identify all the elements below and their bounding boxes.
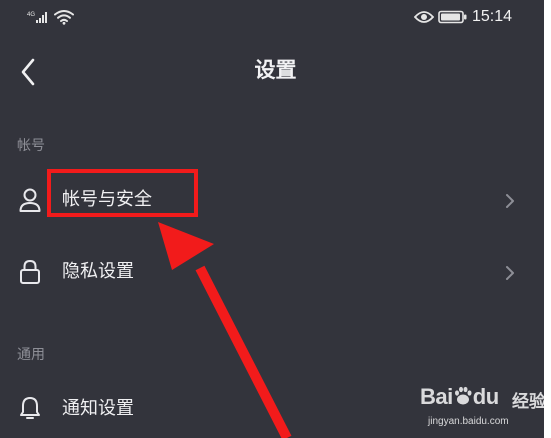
lock-icon	[20, 259, 40, 284]
settings-item-account-security[interactable]: 帐号与安全	[0, 169, 544, 231]
settings-screen: 4G 15:14 设置 帐号 帐号与安全 隐私设置 通用 通知设置 Bai du…	[0, 0, 544, 438]
bell-icon	[20, 397, 40, 419]
section-header-account: 帐号	[17, 138, 45, 154]
header: 设置	[0, 46, 544, 98]
settings-item-notifications[interactable]: 通知设置	[0, 378, 544, 438]
status-bar: 4G 15:14	[0, 0, 544, 36]
section-header-general: 通用	[17, 347, 45, 363]
eye-comfort-icon	[414, 11, 434, 23]
cellular-signal-icon: 4G	[27, 12, 47, 23]
chevron-right-icon	[506, 266, 514, 280]
status-time: 15:14	[472, 8, 513, 25]
settings-item-label: 帐号与安全	[62, 189, 152, 210]
signal-type-label: 4G	[27, 12, 35, 18]
wifi-icon	[54, 10, 74, 25]
settings-item-privacy[interactable]: 隐私设置	[0, 241, 544, 303]
battery-icon	[438, 10, 467, 24]
page-title: 设置	[254, 58, 297, 82]
screenshot-frame-edge	[544, 0, 551, 438]
settings-item-label: 隐私设置	[62, 261, 134, 282]
chevron-right-icon	[506, 194, 514, 208]
settings-item-label: 通知设置	[62, 398, 134, 419]
user-icon	[19, 188, 41, 212]
